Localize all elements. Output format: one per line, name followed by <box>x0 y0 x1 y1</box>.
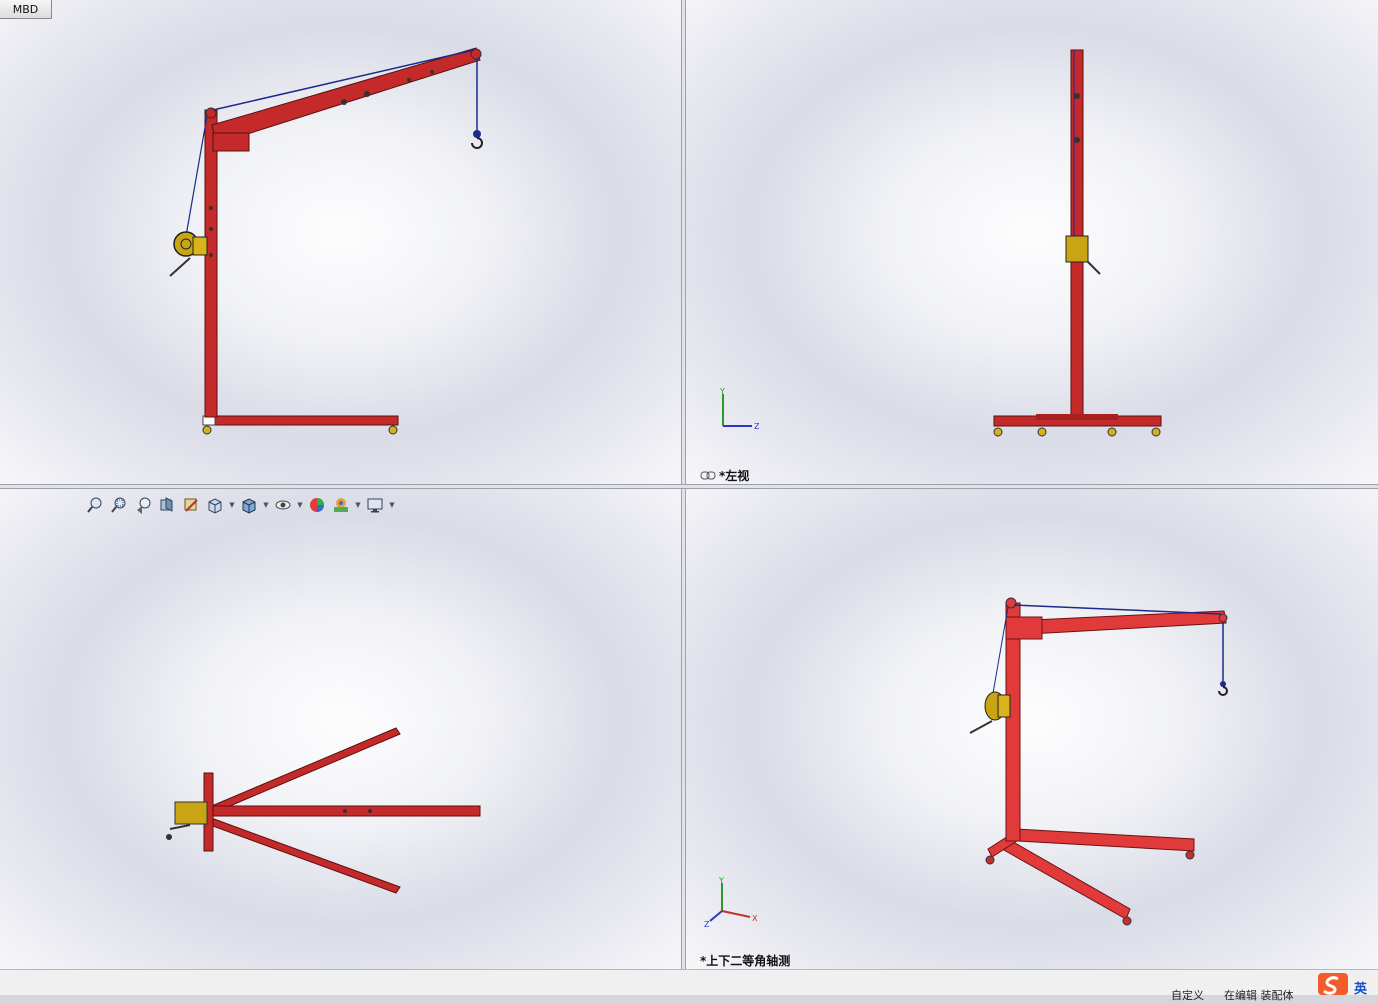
chevron-down-icon[interactable]: ▼ <box>354 494 362 516</box>
heads-up-toolbar: ▼ ▼ ▼ ▼ ▼ <box>84 494 396 516</box>
edit-appearance-icon[interactable] <box>306 494 328 516</box>
ime-language-label[interactable]: 英 <box>1354 978 1367 997</box>
apply-scene-icon[interactable] <box>330 494 352 516</box>
viewport-dimetric[interactable]: Y X Z *上下二等角轴测 <box>686 489 1378 969</box>
sogou-ime-icon[interactable] <box>1318 973 1348 995</box>
chevron-down-icon[interactable]: ▼ <box>262 494 270 516</box>
view-orientation-icon[interactable] <box>204 494 226 516</box>
mbd-tab[interactable]: MBD <box>0 0 52 19</box>
view-name-dimetric: *上下二等角轴测 <box>700 954 791 968</box>
status-editing: 在编辑 装配体 <box>1224 989 1294 1002</box>
crane-model-top <box>166 727 481 894</box>
zoom-to-area-icon[interactable] <box>108 494 130 516</box>
zoom-to-fit-icon[interactable] <box>84 494 106 516</box>
triad-dimetric-view: Y X Z <box>704 876 758 929</box>
view-label-dimetric: *上下二等角轴测 <box>700 952 790 969</box>
chevron-down-icon[interactable]: ▼ <box>296 494 304 516</box>
chevron-down-icon[interactable]: ▼ <box>228 494 236 516</box>
triad-left-view: Y Z <box>719 387 760 431</box>
triad-z-label: Z <box>754 422 760 431</box>
dynamic-annotation-icon[interactable] <box>180 494 202 516</box>
viewport-left[interactable]: Y Z *左视 <box>686 0 1378 484</box>
status-bar: 自定义 在编辑 装配体 <box>0 969 1378 1002</box>
triad-z-label: Z <box>704 920 710 929</box>
crane-model-left <box>993 49 1162 437</box>
chevron-down-icon[interactable]: ▼ <box>388 494 396 516</box>
view-settings-icon[interactable] <box>364 494 386 516</box>
viewport-divider-horizontal[interactable] <box>0 484 1378 489</box>
viewport-front[interactable] <box>0 0 681 484</box>
hide-show-items-icon[interactable] <box>272 494 294 516</box>
triad-y-label: Y <box>719 387 725 396</box>
crane-model-dimetric <box>969 597 1228 926</box>
viewport-top[interactable] <box>0 489 681 969</box>
link-icon <box>700 471 716 480</box>
display-style-icon[interactable] <box>238 494 260 516</box>
crane-model-front <box>169 47 483 435</box>
view-label-left: *左视 <box>700 467 749 484</box>
section-view-icon[interactable] <box>156 494 178 516</box>
status-custom[interactable]: 自定义 <box>1171 987 1204 1003</box>
view-name-left: *左视 <box>719 469 750 483</box>
previous-view-icon[interactable] <box>132 494 154 516</box>
triad-x-label: X <box>752 914 758 923</box>
triad-y-label: Y <box>718 876 724 885</box>
